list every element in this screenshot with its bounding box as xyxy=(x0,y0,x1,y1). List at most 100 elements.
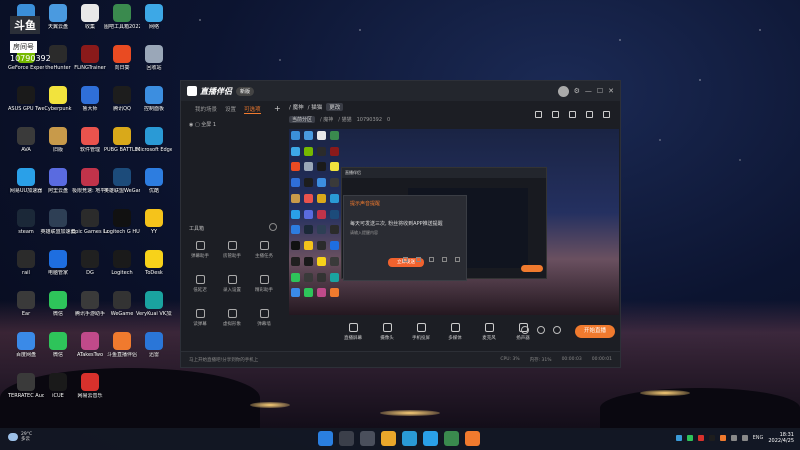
desktop-icon[interactable]: 网易UU加速器 xyxy=(8,168,44,210)
add-scene-icon[interactable]: + xyxy=(274,104,281,113)
settings-gear-icon[interactable] xyxy=(553,326,561,334)
desktop-icon[interactable]: VeryKuai VK加速器 xyxy=(136,291,172,333)
toolbox-item[interactable]: 房管助手 xyxy=(217,241,247,269)
input-language[interactable]: ENG xyxy=(753,435,764,441)
desktop-icon[interactable]: 阿里云盘 xyxy=(40,168,76,210)
toolbox-icon[interactable] xyxy=(444,431,459,446)
change-category-button[interactable]: 更改 xyxy=(326,103,344,111)
uu-accelerator-icon[interactable] xyxy=(423,431,438,446)
task-view-icon[interactable] xyxy=(360,431,375,446)
desktop-icon[interactable]: PUBG BATTLEGR... xyxy=(104,127,140,169)
desktop-icon[interactable]: 网络 xyxy=(136,4,172,46)
desktop-icon[interactable]: iCUE xyxy=(40,373,76,415)
toolbox-collapse-icon[interactable] xyxy=(269,223,277,231)
clock[interactable]: 18:31 2022/4/25 xyxy=(768,432,794,444)
source-button[interactable]: 多媒体 xyxy=(443,323,467,341)
streaming-app-icon[interactable] xyxy=(465,431,480,446)
source-button[interactable]: 手机投屏 xyxy=(409,323,433,341)
toolbox-item[interactable]: 弹幕墙 xyxy=(249,309,279,337)
file-explorer-icon[interactable] xyxy=(381,431,396,446)
desktop-icon[interactable]: 英雄联盟加速器 xyxy=(40,209,76,251)
toolbox-item[interactable]: 读弹幕 xyxy=(185,309,215,337)
desktop-icon[interactable]: 微信 xyxy=(40,291,76,333)
desktop-icon[interactable]: FLiNGTrainer xyxy=(72,45,108,87)
record-icon[interactable] xyxy=(552,111,559,118)
popup-caption[interactable]: 请输入提醒内容 xyxy=(344,228,466,238)
desktop-icon[interactable]: Epic Games Launcher xyxy=(72,209,108,251)
desktop-icon[interactable]: 鲁大师 xyxy=(72,86,108,128)
volume-icon[interactable] xyxy=(741,435,748,441)
toolbox-item[interactable]: 录入设置 xyxy=(217,275,247,303)
toolbox-item[interactable]: 弹幕助手 xyxy=(185,241,215,269)
desktop-icon[interactable]: 回收站 xyxy=(136,45,172,87)
bell-icon[interactable] xyxy=(586,111,593,118)
desktop-icon[interactable]: 控制面板 xyxy=(136,86,172,128)
desktop-icon[interactable]: 优酷 xyxy=(136,168,172,210)
wechat-tray-icon[interactable] xyxy=(686,435,693,441)
desktop-icon[interactable]: TERRATEC Audio C... xyxy=(8,373,44,415)
weather-widget[interactable]: 29°C 多云 xyxy=(8,432,32,442)
menu-icon[interactable]: ⚙ xyxy=(574,87,580,95)
desktop-icon[interactable]: 图吧工具箱2022 xyxy=(104,4,140,46)
gift-icon[interactable] xyxy=(535,111,542,118)
desktop-icon[interactable]: steam xyxy=(8,209,44,251)
desktop-icon[interactable]: rail xyxy=(8,250,44,292)
desktop-icon[interactable]: ASUS GPU TweakII xyxy=(8,86,44,128)
desktop-icon[interactable]: 迅雷 xyxy=(136,332,172,374)
user-avatar[interactable] xyxy=(557,85,569,97)
tab-settings[interactable]: 设置 xyxy=(225,105,236,113)
qq-tray-icon[interactable] xyxy=(708,435,715,441)
app-version-badge[interactable]: 新版 xyxy=(236,86,255,96)
desktop-icon[interactable]: Ear xyxy=(8,291,44,333)
grid-icon[interactable] xyxy=(569,111,576,118)
desktop-icon[interactable]: WeGame xyxy=(104,291,140,333)
breadcrumb-category[interactable]: / 魔神 xyxy=(289,103,304,111)
desktop-icon[interactable]: 英雄联盟WeGame xyxy=(104,168,140,210)
maximize-icon[interactable]: ☐ xyxy=(597,87,603,95)
desktop-icon[interactable]: 微信 xyxy=(40,332,76,374)
desktop-icon[interactable]: 腾讯QQ xyxy=(104,86,140,128)
desktop-icon[interactable]: AVA xyxy=(8,127,44,169)
desktop-icon[interactable]: 旧版 xyxy=(40,127,76,169)
eye-icon[interactable]: ◉ xyxy=(189,122,193,128)
desktop-icon[interactable]: Cyberpunk xyxy=(40,86,76,128)
desktop-icon[interactable]: Logitech xyxy=(104,250,140,292)
source-button[interactable]: 直播屏幕 xyxy=(341,323,365,341)
toolbox-item[interactable]: 主播任务 xyxy=(249,241,279,269)
close-icon[interactable]: ✕ xyxy=(608,87,614,95)
share-icon[interactable] xyxy=(603,111,610,118)
minimize-icon[interactable]: — xyxy=(585,87,592,95)
scene-item[interactable]: ◉ ▢ 全屏 1 xyxy=(181,117,281,132)
desktop-icon[interactable]: 极限竞速: 地平线5 xyxy=(72,168,108,210)
windows-start-icon[interactable] xyxy=(318,431,333,446)
tray-icon[interactable] xyxy=(675,435,682,441)
breadcrumb-subcategory[interactable]: / 猫猫 xyxy=(308,103,323,111)
desktop-icon[interactable]: ATakesTwo xyxy=(72,332,108,374)
search-icon[interactable] xyxy=(339,431,354,446)
tab-optional[interactable]: 可选项 xyxy=(244,105,261,114)
start-live-button[interactable]: 开始直播 xyxy=(575,325,615,338)
desktop-icon[interactable]: 电脑管家 xyxy=(40,250,76,292)
lock-icon[interactable]: ▢ xyxy=(195,122,200,128)
toolbox-item[interactable]: 低延迟 xyxy=(185,275,215,303)
desktop-icon[interactable]: 斗鱼直播伴侣 xyxy=(104,332,140,374)
stream-preview[interactable]: 直播伴侣 提示声音提醒 每天可发送三次, 粉丝将收到APP推送提醒 请输入提醒内… xyxy=(289,129,619,315)
desktop-icon[interactable]: Logitech G HUB xyxy=(104,209,140,251)
visibility-icon[interactable] xyxy=(537,326,545,334)
desktop-icon[interactable]: 网易云音乐 xyxy=(72,373,108,415)
toolbox-item[interactable]: 精彩助手 xyxy=(249,275,279,303)
desktop-icon[interactable]: ToDesk xyxy=(136,250,172,292)
edge-icon[interactable] xyxy=(402,431,417,446)
toolbox-item[interactable]: 虚拟形象 xyxy=(217,309,247,337)
tray-icon[interactable] xyxy=(697,435,704,441)
tray-icon[interactable] xyxy=(719,435,726,441)
desktop-icon[interactable]: 腾讯手游助手 xyxy=(72,291,108,333)
source-button[interactable]: 麦克风 xyxy=(477,323,501,341)
tab-my-scenes[interactable]: 我的场景 xyxy=(195,105,217,113)
desktop-icon[interactable]: 软件管理 xyxy=(72,127,108,169)
camera-settings-icon[interactable] xyxy=(521,326,529,334)
desktop-icon[interactable]: 收集 xyxy=(72,4,108,46)
desktop-icon[interactable]: 向日葵 xyxy=(104,45,140,87)
desktop-icon[interactable]: YY xyxy=(136,209,172,251)
network-icon[interactable] xyxy=(730,435,737,441)
